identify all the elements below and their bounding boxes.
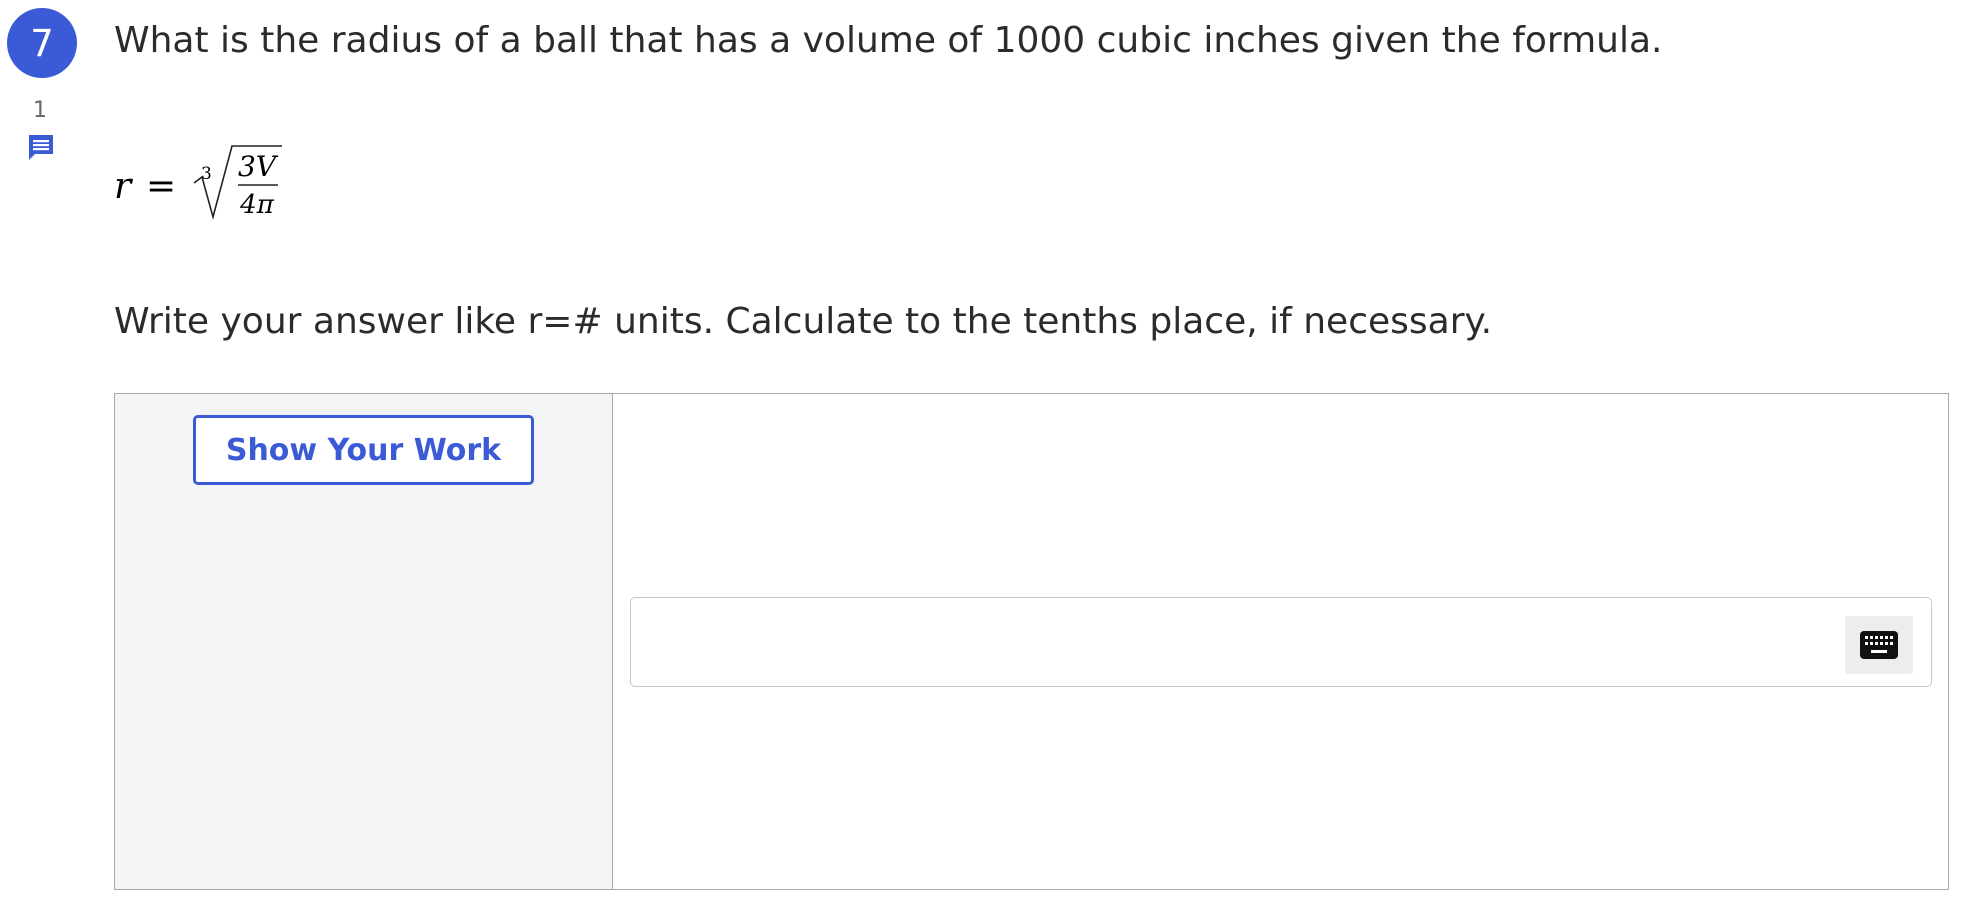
comment-icon[interactable] — [27, 133, 55, 161]
formula-denominator: 4π — [239, 190, 275, 220]
question-page: 7 1 What is the radius of a ball that ha… — [0, 0, 1975, 904]
keyboard-icon — [1860, 631, 1898, 659]
comment-count: 1 — [33, 98, 47, 123]
answer-input[interactable] — [630, 597, 1932, 687]
formula-lhs: r — [114, 166, 133, 207]
response-area: Show Your Work — [114, 393, 1949, 890]
formula-equals: = — [146, 166, 176, 207]
formula: r = 3 3V 4π — [112, 143, 312, 233]
answer-instructions: Write your answer like r=# units. Calcul… — [114, 301, 1493, 342]
show-your-work-button[interactable]: Show Your Work — [193, 415, 534, 485]
question-number-badge: 7 — [7, 8, 77, 78]
show-work-panel: Show Your Work — [115, 394, 613, 889]
keyboard-button[interactable] — [1845, 616, 1913, 674]
formula-numerator: 3V — [238, 150, 279, 183]
question-text: What is the radius of a ball that has a … — [114, 20, 1663, 61]
